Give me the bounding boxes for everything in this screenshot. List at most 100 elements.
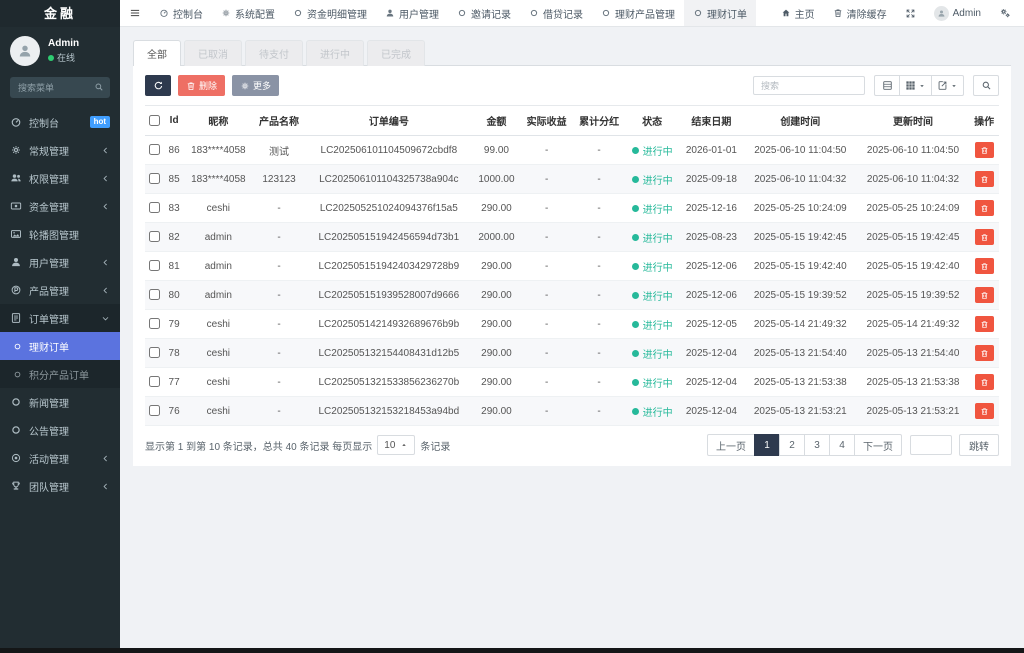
topnav-item[interactable]: 控制台 (150, 0, 212, 26)
sidebar-search (10, 77, 110, 98)
toggle-view-button[interactable] (874, 75, 900, 96)
chevron-left-icon (101, 286, 110, 295)
export-button[interactable] (931, 75, 964, 96)
cell-actual-income: - (520, 397, 572, 426)
settings-menu-button[interactable] (990, 0, 1020, 26)
circle-icon (10, 424, 22, 436)
home-link[interactable]: 主页 (772, 0, 824, 26)
cell-action (969, 368, 999, 397)
cell-product: 123123 (253, 165, 305, 194)
delete-row-button[interactable] (975, 287, 994, 303)
topnav-item[interactable]: 借贷记录 (520, 0, 592, 26)
status-dot (632, 234, 639, 241)
search-icon (94, 82, 104, 92)
delete-row-button[interactable] (975, 258, 994, 274)
sidebar-item[interactable]: 资金管理 (0, 192, 120, 220)
row-checkbox[interactable] (149, 289, 160, 300)
row-checkbox[interactable] (149, 405, 160, 416)
status-dot (632, 350, 639, 357)
clear-cache-link[interactable]: 清除缓存 (824, 0, 896, 26)
status-label: 进行中 (643, 172, 673, 187)
delete-row-button[interactable] (975, 316, 994, 332)
row-checkbox[interactable] (149, 376, 160, 387)
sidebar-item[interactable]: 团队管理 (0, 472, 120, 500)
row-checkbox[interactable] (149, 318, 160, 329)
topnav-menu: 控制台系统配置资金明细管理 用户管理邀请记录借贷记录理财产品管理理财订单 (150, 0, 756, 26)
status-tab[interactable]: 待支付 (245, 40, 303, 66)
topnav-item[interactable]: 用户管理 (376, 0, 448, 26)
row-checkbox[interactable] (149, 202, 160, 213)
row-checkbox[interactable] (149, 144, 160, 155)
cell-total-dividend: - (573, 252, 625, 281)
more-button[interactable]: 更多 (232, 75, 279, 96)
status-tab[interactable]: 已完成 (367, 40, 425, 66)
row-checkbox[interactable] (149, 260, 160, 271)
status-tab[interactable]: 全部 (133, 40, 181, 66)
table-row: 81admin-LC202505151942403429728b9290.00-… (145, 252, 999, 281)
sidebar-subitem[interactable]: 积分产品订单 (0, 360, 120, 388)
cell-id: 77 (164, 368, 184, 397)
chevron-left-icon (101, 258, 110, 267)
trash-icon (980, 146, 989, 155)
row-checkbox[interactable] (149, 231, 160, 242)
topnav-item[interactable]: 理财产品管理 (592, 0, 684, 26)
topnav-item[interactable]: 邀请记录 (448, 0, 520, 26)
delete-row-button[interactable] (975, 200, 994, 216)
sidebar-item[interactable]: 用户管理 (0, 248, 120, 276)
sidebar-item[interactable]: 公告管理 (0, 416, 120, 444)
delete-button[interactable]: 删除 (178, 75, 225, 96)
next-page-button[interactable]: 下一页 (854, 434, 902, 456)
sidebar-subitem[interactable]: 理财订单 (0, 332, 120, 360)
delete-row-button[interactable] (975, 229, 994, 245)
page-number-button[interactable]: 4 (829, 434, 855, 456)
status-dot (632, 205, 639, 212)
delete-row-button[interactable] (975, 142, 994, 158)
page-size-select[interactable]: 10 (377, 435, 415, 455)
more-button-label: 更多 (253, 79, 271, 92)
sidebar-item[interactable]: 新闻管理 (0, 388, 120, 416)
search-icon (981, 80, 992, 91)
page-jump-button[interactable]: 跳转 (959, 434, 999, 456)
cell-status: 进行中 (625, 194, 679, 223)
status-label: 进行中 (643, 404, 673, 419)
search-button[interactable] (973, 75, 999, 96)
cell-updated-at: 2025-05-13 21:54:40 (857, 339, 970, 368)
fullscreen-toggle-button[interactable] (896, 0, 925, 26)
sidebar-item[interactable]: 产品管理 (0, 276, 120, 304)
sidebar-toggle-button[interactable] (120, 0, 150, 26)
select-all-checkbox[interactable] (149, 115, 160, 126)
status-tab[interactable]: 进行中 (306, 40, 364, 66)
cell-updated-at: 2025-05-14 21:49:32 (857, 310, 970, 339)
status-tab[interactable]: 已取消 (184, 40, 242, 66)
sidebar-item[interactable]: 常规管理 (0, 136, 120, 164)
page-jump-input[interactable] (910, 435, 952, 455)
delete-row-button[interactable] (975, 171, 994, 187)
table-search-input[interactable] (753, 76, 865, 95)
sidebar-item[interactable]: 控制台hot (0, 108, 120, 136)
topnav-item-label: 用户管理 (399, 6, 439, 21)
sidebar-item[interactable]: 轮播图管理 (0, 220, 120, 248)
prev-page-button[interactable]: 上一页 (707, 434, 755, 456)
row-checkbox[interactable] (149, 347, 160, 358)
cell-action (969, 223, 999, 252)
topnav-item[interactable]: 理财订单 (684, 0, 756, 26)
refresh-button[interactable] (145, 75, 171, 96)
sidebar-item[interactable]: 订单管理 (0, 304, 120, 332)
page-number-button[interactable]: 1 (754, 434, 780, 456)
page-number-button[interactable]: 2 (779, 434, 805, 456)
cell-product: - (253, 252, 305, 281)
user-menu[interactable]: Admin (925, 0, 990, 26)
row-checkbox[interactable] (149, 173, 160, 184)
table-toolbar: 删除 更多 (145, 75, 999, 96)
columns-button[interactable] (899, 75, 932, 96)
topnav-item[interactable]: 资金明细管理 (284, 0, 376, 26)
sidebar-item[interactable]: 权限管理 (0, 164, 120, 192)
delete-row-button[interactable] (975, 403, 994, 419)
trash-icon (186, 81, 196, 91)
topnav-item[interactable]: 系统配置 (212, 0, 284, 26)
page-number-button[interactable]: 3 (804, 434, 830, 456)
status-tabs: 全部已取消待支付进行中已完成 (133, 39, 1011, 66)
delete-row-button[interactable] (975, 345, 994, 361)
delete-row-button[interactable] (975, 374, 994, 390)
sidebar-item[interactable]: 活动管理 (0, 444, 120, 472)
